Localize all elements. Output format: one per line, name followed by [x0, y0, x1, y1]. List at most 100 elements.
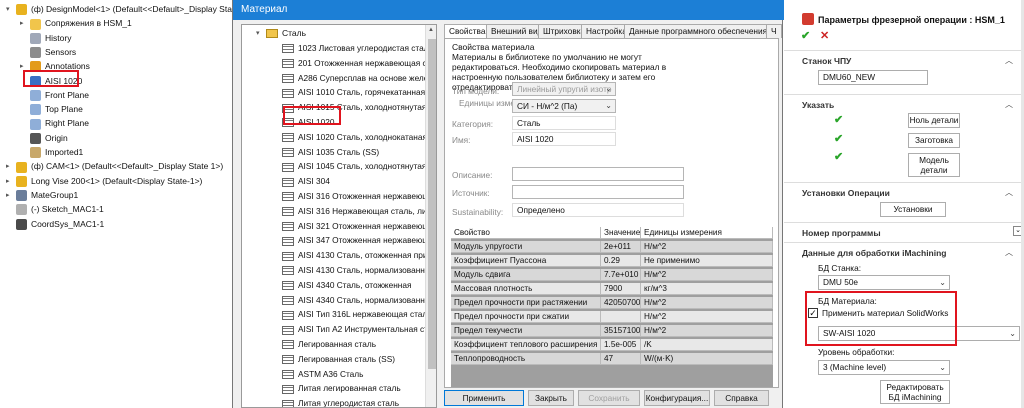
material-item[interactable]: AISI 4130 Сталь, нормализованная	[282, 263, 434, 278]
tree-item[interactable]: Sensors	[30, 45, 76, 59]
material-item[interactable]: Легированная сталь (SS)	[282, 352, 395, 367]
material-item[interactable]: ASTM A36 Сталь	[282, 367, 363, 382]
tree-item[interactable]: (ф) DesignModel<1> (Default<<Default>_Di…	[16, 2, 254, 16]
expand-arrow-icon[interactable]: ▸	[6, 177, 10, 185]
material-item[interactable]: AISI 316 Нержавеющая сталь, лист	[282, 204, 435, 219]
tree-item[interactable]: History	[30, 31, 71, 45]
table-row[interactable]: Модуль сдвига 7.7e+010 Н/м^2	[451, 269, 773, 281]
collapse-icon[interactable]: ︿	[1005, 99, 1013, 110]
save-button[interactable]: Сохранить	[578, 390, 640, 406]
table-cell: 1.5e-005	[601, 339, 641, 351]
material-item-label: AISI Тип 316L нержавеющая сталь	[298, 309, 432, 320]
material-item[interactable]: AISI 304	[282, 174, 330, 189]
level-select[interactable]: 3 (Machine level) ⌄	[818, 360, 950, 375]
material-icon	[282, 162, 294, 172]
expand-arrow-icon[interactable]: ▾	[6, 5, 10, 13]
material-item-label: AISI 321 Отожженная нержавеющая	[298, 220, 437, 231]
material-item[interactable]: Легированная сталь	[282, 337, 376, 352]
tree-item[interactable]: Сопряжения в HSM_1	[30, 16, 132, 30]
material-item[interactable]: AISI 4340 Сталь, отожженная	[282, 278, 411, 293]
material-item[interactable]: AISI 1045 Сталь, холоднотянутая	[282, 159, 426, 174]
tree-item[interactable]: Long Vise 200<1> (Default<Display State-…	[16, 174, 202, 188]
material-item[interactable]: AISI 321 Отожженная нержавеющая	[282, 219, 437, 234]
table-row[interactable]: Теплопроводность 47 W/(м·K)	[451, 353, 773, 365]
level-value: 3 (Machine level)	[823, 362, 887, 372]
expand-arrow-icon[interactable]: ▸	[6, 162, 10, 170]
tree-item[interactable]: (-) Sketch_MAC1-1	[16, 202, 104, 216]
machine-select[interactable]: DMU60_NEW	[818, 70, 928, 85]
mate-group-icon	[16, 190, 27, 202]
material-item[interactable]: Литая углеродистая сталь	[282, 396, 399, 407]
material-item[interactable]: AISI 4340 Сталь, нормализованная	[282, 293, 434, 308]
collapse-arrow-icon[interactable]: ▾	[256, 29, 260, 37]
material-item[interactable]: AISI 4130 Сталь, отожженная при	[282, 248, 428, 263]
machine-db-select[interactable]: DMU 50e ⌄	[818, 275, 950, 290]
setups-button[interactable]: Установки	[880, 202, 946, 217]
table-cell: Коэффициент Пуассона	[451, 255, 601, 267]
tree-item[interactable]: (ф) CAM<1> (Default<<Default>_Display St…	[16, 159, 223, 173]
close-button[interactable]: Закрыть	[528, 390, 574, 406]
description-field[interactable]	[512, 167, 684, 181]
material-item[interactable]: 201 Отожженная нержавеющая сталь	[282, 56, 436, 71]
material-icon	[282, 236, 294, 246]
material-item[interactable]: AISI 1010 Сталь, горячекатанная	[282, 85, 425, 100]
tree-item[interactable]: Origin	[30, 131, 68, 145]
table-row[interactable]: Предел текучести 351571000 Н/м^2	[451, 325, 773, 337]
table-row[interactable]: Коэффициент теплового расширения 1.5e-005…	[451, 339, 773, 351]
table-row[interactable]: Предел прочности при сжатии Н/м^2	[451, 311, 773, 323]
material-item[interactable]: AISI 1020 Сталь, холоднокатаная	[282, 130, 427, 145]
tree-item[interactable]: Front Plane	[30, 88, 89, 102]
collapse-icon[interactable]: ︿	[1005, 187, 1013, 198]
material-scrollbar[interactable]: ▲	[425, 25, 436, 407]
tree-item-label: Sensors	[45, 46, 77, 57]
program-section-header: Номер программы	[802, 228, 881, 238]
material-tree[interactable]: ▾ Сталь 1023 Листовая углеродистая сталь…	[241, 24, 437, 408]
table-row[interactable]: Коэффициент Пуассона 0.29 Не применимо	[451, 255, 773, 267]
material-item[interactable]: AISI Тип 316L нержавеющая сталь	[282, 307, 432, 322]
material-item[interactable]: Литая легированная сталь	[282, 381, 401, 396]
table-header-cell: Свойство	[451, 227, 601, 239]
tree-item-label: CoordSys_MAC1-1	[31, 218, 105, 229]
edit-imachining-db-button[interactable]: Редактировать БД iMachining	[880, 380, 950, 404]
material-folder-steel[interactable]: Сталь	[266, 27, 306, 40]
cancel-x-icon[interactable]: ✕	[820, 31, 829, 42]
material-item[interactable]: AISI Тип A2 Инструментальная сталь	[282, 322, 436, 337]
zero-button[interactable]: Ноль детали	[908, 113, 960, 128]
config-button[interactable]: Конфигурация...	[644, 390, 710, 406]
material-item[interactable]: 1023 Листовая углеродистая сталь	[282, 41, 433, 56]
tree-item[interactable]: CoordSys_MAC1-1	[16, 217, 104, 231]
tree-item[interactable]: Right Plane	[30, 116, 89, 130]
tree-item[interactable]: Top Plane	[30, 102, 83, 116]
table-cell: 47	[601, 353, 641, 365]
scroll-up-icon[interactable]: ▲	[428, 27, 434, 33]
table-cell: Массовая плотность	[451, 283, 601, 295]
table-row[interactable]: Модуль упругости 2e+011 Н/м^2	[451, 241, 773, 253]
scrollbar-thumb[interactable]	[428, 39, 436, 369]
table-row[interactable]: Предел прочности при растяжении 420507000…	[451, 297, 773, 309]
table-row[interactable]: Массовая плотность 7900 кг/м^3	[451, 283, 773, 295]
collapse-icon[interactable]: ︿	[1005, 247, 1013, 258]
collapse-icon[interactable]: ︿	[1005, 55, 1013, 66]
material-item[interactable]: AISI 316 Отожженная нержавеющая	[282, 189, 436, 204]
expand-arrow-icon[interactable]: ▸	[20, 62, 24, 70]
highlight-material-db	[805, 291, 957, 346]
tree-item[interactable]: Imported1	[30, 145, 83, 159]
table-header-cell: Значение	[601, 227, 641, 239]
stock-button[interactable]: Заготовка	[908, 133, 960, 148]
material-item[interactable]: AISI 347 Отожженная нержавеющая	[282, 233, 436, 248]
tab-4[interactable]: Данные программного обеспечения	[624, 24, 773, 38]
material-item[interactable]: A286 Суперсплав на основе железа	[282, 71, 436, 86]
tree-item[interactable]: MateGroup1	[16, 188, 78, 202]
tab-more[interactable]: Ч	[766, 24, 782, 38]
units-select[interactable]: СИ - Н/м^2 (Па) ⌄	[512, 99, 616, 113]
expand-arrow-icon[interactable]: ▸	[6, 191, 10, 199]
category-value: Сталь	[517, 118, 541, 128]
expand-arrow-icon[interactable]: ▸	[20, 19, 24, 27]
material-item[interactable]: AISI 1035 Сталь (SS)	[282, 145, 379, 160]
tab-0[interactable]: Свойства	[444, 24, 491, 39]
model-button[interactable]: Модель детали	[908, 153, 960, 177]
ok-check-icon[interactable]: ✔	[801, 31, 812, 42]
help-button[interactable]: Справка	[714, 390, 769, 406]
apply-button[interactable]: Применить	[444, 390, 524, 406]
source-field[interactable]	[512, 185, 684, 199]
